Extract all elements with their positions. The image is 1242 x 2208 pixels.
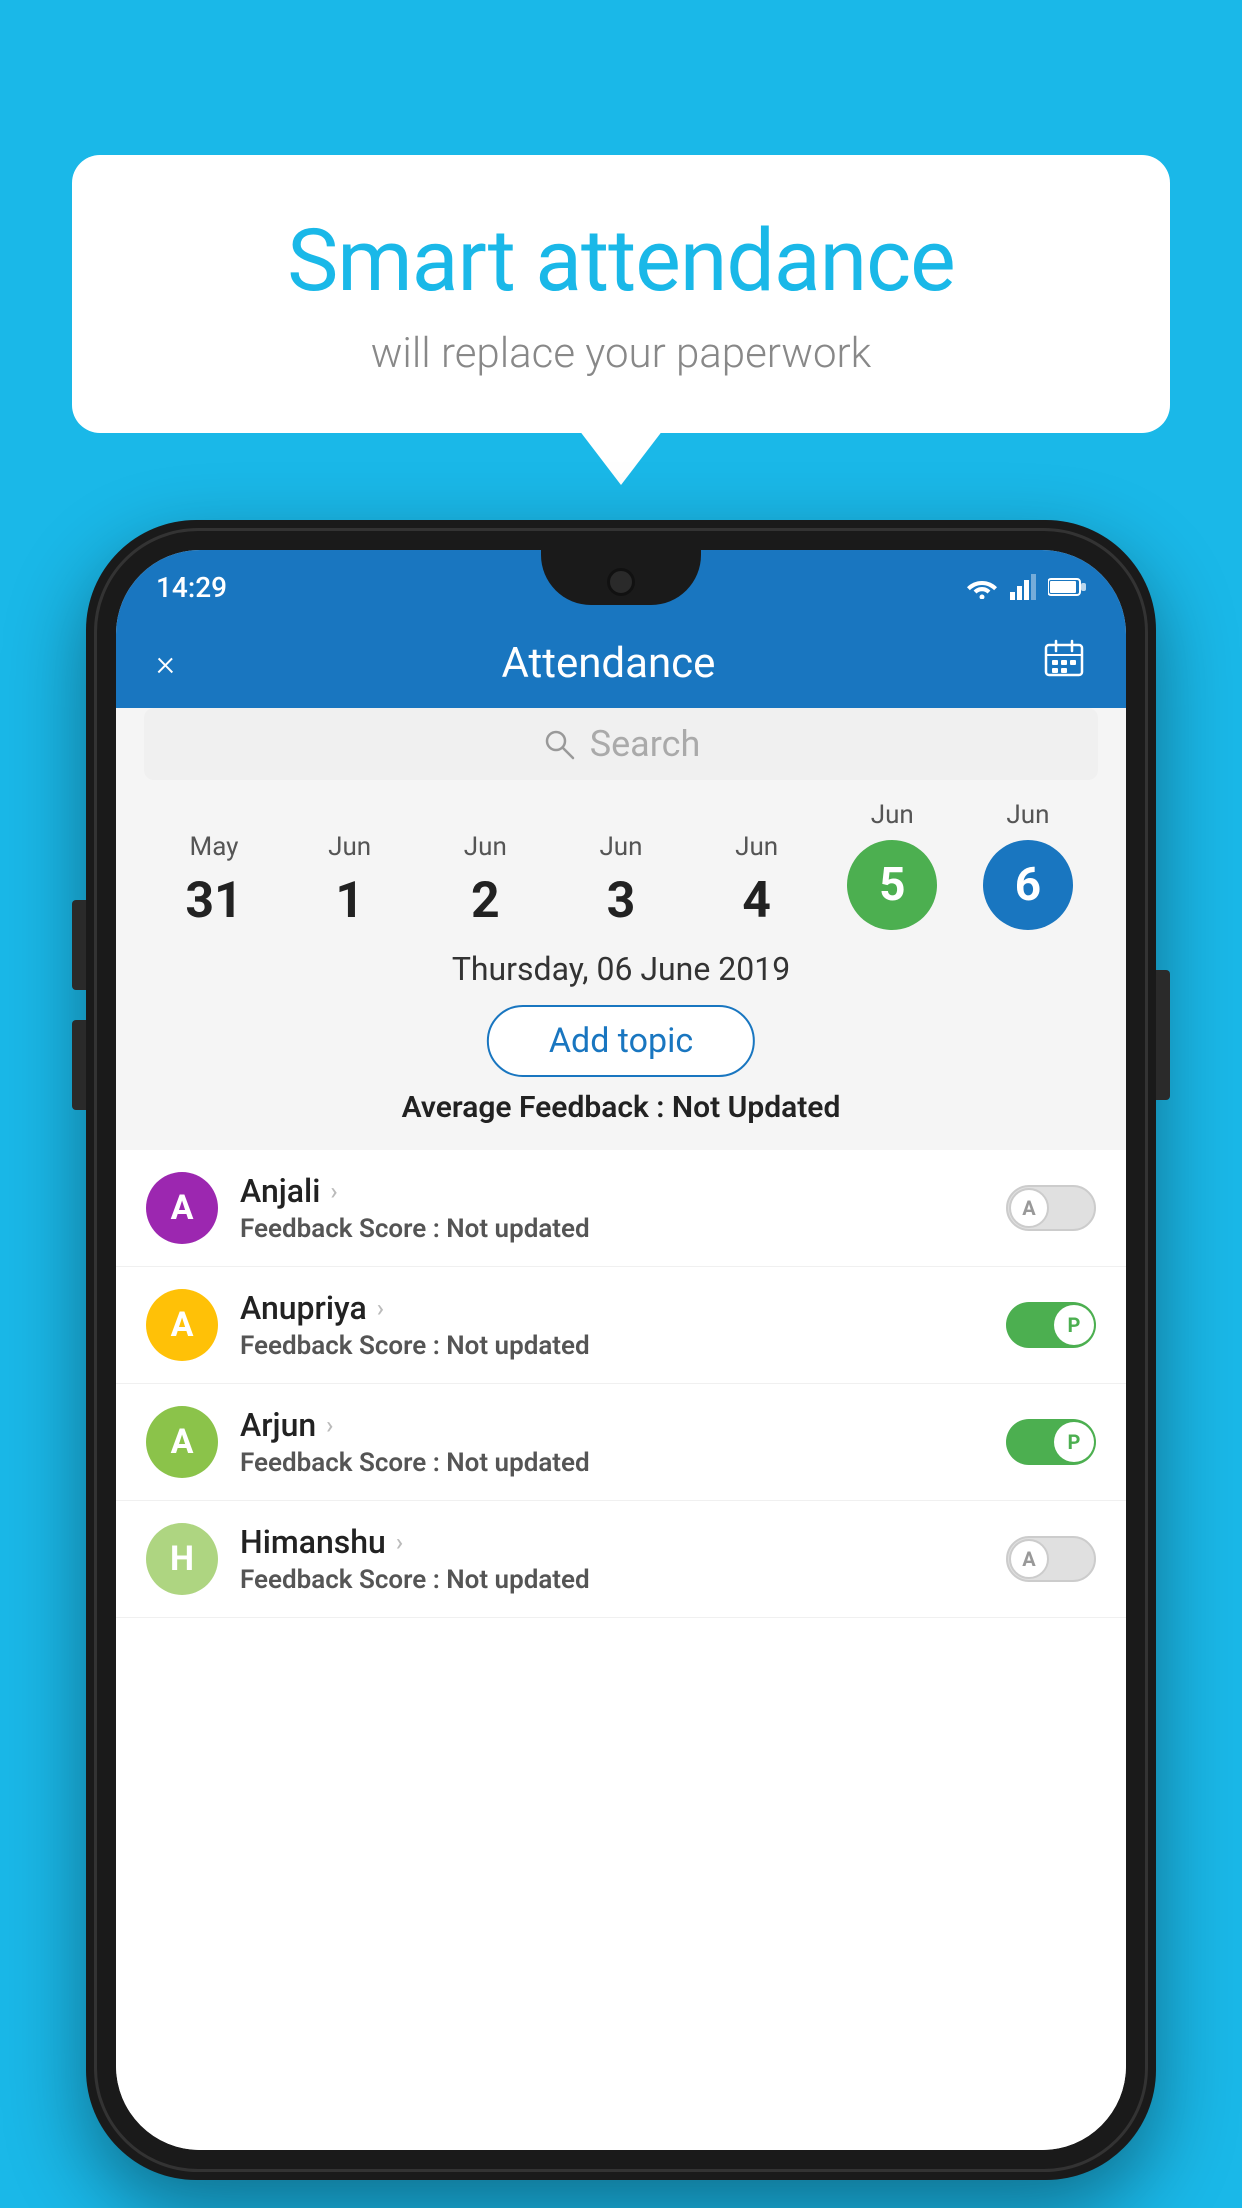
toggle-knob-anjali: A	[1009, 1188, 1049, 1228]
search-bar[interactable]: Search	[144, 708, 1098, 780]
attendance-toggle-anupriya[interactable]: P	[1006, 1302, 1096, 1348]
close-button[interactable]: ×	[156, 642, 175, 684]
student-name-arjun: Arjun ›	[240, 1406, 984, 1444]
avg-feedback-value: Not Updated	[672, 1090, 840, 1125]
avatar-anjali: A	[146, 1172, 218, 1244]
volume-down-button	[72, 1020, 86, 1110]
volume-up-button	[72, 900, 86, 990]
speech-bubble-subtitle: will replace your paperwork	[132, 329, 1110, 378]
date-strip: May 31 Jun 1 Jun 2 Jun 3 Jun 4	[144, 800, 1098, 930]
attendance-toggle-anjali[interactable]: A	[1006, 1185, 1096, 1231]
toggle-knob-anupriya: P	[1054, 1305, 1094, 1345]
chevron-right-icon: ›	[330, 1177, 337, 1205]
average-feedback: Average Feedback : Not Updated	[116, 1090, 1126, 1125]
date-day: 4	[742, 872, 771, 930]
add-topic-button[interactable]: Add topic	[487, 1005, 755, 1077]
date-day: 2	[471, 872, 500, 930]
selected-date-label: Thursday, 06 June 2019	[116, 950, 1126, 988]
toggle-knob-arjun: P	[1054, 1422, 1094, 1462]
date-month: Jun	[599, 832, 642, 862]
avg-feedback-label: Average Feedback :	[402, 1090, 672, 1125]
date-item-jun1[interactable]: Jun 1	[290, 832, 410, 930]
date-day: 3	[607, 872, 636, 930]
attendance-toggle-arjun[interactable]: P	[1006, 1419, 1096, 1465]
battery-icon	[1048, 576, 1086, 598]
student-item-arjun[interactable]: A Arjun › Feedback Score : Not updated P	[116, 1384, 1126, 1501]
search-placeholder: Search	[590, 723, 701, 765]
student-info-anjali: Anjali › Feedback Score : Not updated	[240, 1172, 984, 1244]
date-month: Jun	[735, 832, 778, 862]
avatar-himanshu: H	[146, 1523, 218, 1595]
student-item-himanshu[interactable]: H Himanshu › Feedback Score : Not update…	[116, 1501, 1126, 1618]
camera-icon	[607, 568, 635, 596]
speech-bubble: Smart attendance will replace your paper…	[72, 155, 1170, 433]
phone-frame: 14:29	[86, 520, 1156, 2180]
student-item-anupriya[interactable]: A Anupriya › Feedback Score : Not update…	[116, 1267, 1126, 1384]
phone-screen: 14:29	[116, 550, 1126, 2150]
student-name-anupriya: Anupriya ›	[240, 1289, 984, 1327]
student-feedback-himanshu: Feedback Score : Not updated	[240, 1565, 984, 1595]
status-time: 14:29	[156, 565, 227, 604]
date-item-jun6-selected[interactable]: Jun 6	[968, 800, 1088, 930]
signal-icon	[1010, 574, 1036, 600]
chevron-right-icon: ›	[377, 1294, 384, 1322]
power-button	[1156, 970, 1170, 1100]
student-name-himanshu: Himanshu ›	[240, 1523, 984, 1561]
calendar-button[interactable]	[1042, 637, 1086, 690]
student-feedback-anjali: Feedback Score : Not updated	[240, 1214, 984, 1244]
student-feedback-anupriya: Feedback Score : Not updated	[240, 1331, 984, 1361]
date-month: Jun	[1006, 800, 1049, 830]
student-list: A Anjali › Feedback Score : Not updated …	[116, 1150, 1126, 2150]
status-icons	[966, 568, 1086, 600]
date-item-jun2[interactable]: Jun 2	[425, 832, 545, 930]
student-info-arjun: Arjun › Feedback Score : Not updated	[240, 1406, 984, 1478]
app-header: × Attendance	[116, 618, 1126, 708]
attendance-toggle-himanshu[interactable]: A	[1006, 1536, 1096, 1582]
toggle-knob-himanshu: A	[1009, 1539, 1049, 1579]
search-icon	[542, 727, 576, 761]
selected-circle: 6	[983, 840, 1073, 930]
avatar-arjun: A	[146, 1406, 218, 1478]
notch	[541, 550, 701, 605]
today-circle: 5	[847, 840, 937, 930]
speech-bubble-title: Smart attendance	[132, 210, 1110, 311]
student-info-himanshu: Himanshu › Feedback Score : Not updated	[240, 1523, 984, 1595]
date-day: 1	[335, 872, 364, 930]
student-item-anjali[interactable]: A Anjali › Feedback Score : Not updated …	[116, 1150, 1126, 1267]
date-item-may31[interactable]: May 31	[154, 832, 274, 930]
date-item-jun4[interactable]: Jun 4	[697, 832, 817, 930]
speech-bubble-container: Smart attendance will replace your paper…	[72, 155, 1170, 433]
date-month: Jun	[464, 832, 507, 862]
student-feedback-arjun: Feedback Score : Not updated	[240, 1448, 984, 1478]
date-month: Jun	[328, 832, 371, 862]
chevron-right-icon: ›	[326, 1411, 333, 1439]
student-info-anupriya: Anupriya › Feedback Score : Not updated	[240, 1289, 984, 1361]
date-month: Jun	[871, 800, 914, 830]
chevron-right-icon: ›	[396, 1528, 403, 1556]
date-item-jun5-today[interactable]: Jun 5	[832, 800, 952, 930]
app-title: Attendance	[501, 639, 715, 688]
student-name-anjali: Anjali ›	[240, 1172, 984, 1210]
wifi-icon	[966, 575, 998, 599]
date-day: 31	[185, 872, 242, 930]
avatar-anupriya: A	[146, 1289, 218, 1361]
date-item-jun3[interactable]: Jun 3	[561, 832, 681, 930]
date-month: May	[190, 832, 239, 862]
